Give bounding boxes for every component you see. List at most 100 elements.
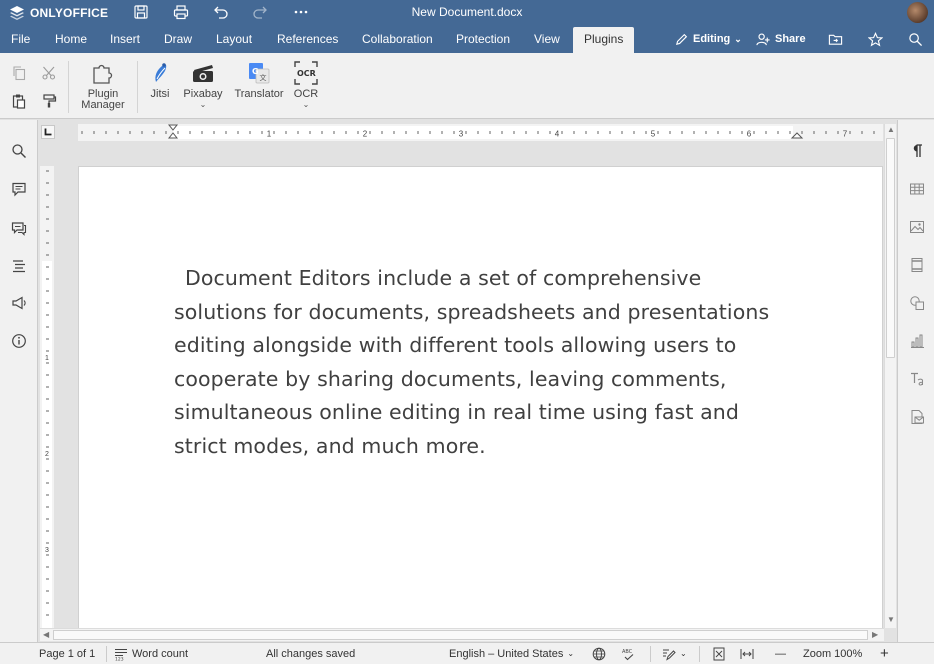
sidebar-chat-button[interactable] — [8, 217, 30, 239]
horizontal-scroll-thumb[interactable] — [53, 630, 868, 640]
ruler-label: 1 — [45, 355, 49, 362]
editing-mode-button[interactable]: Editing ⌄ — [674, 29, 742, 49]
document-paragraph[interactable]: Document Editors include a set of compre… — [174, 262, 794, 463]
tab-protection[interactable]: Protection — [445, 27, 521, 53]
horizontal-ruler[interactable]: 1 2 3 4 5 6 7 — [78, 124, 883, 141]
zoom-in-button[interactable]: + — [880, 645, 889, 662]
zoom-level-text: Zoom 100% — [803, 648, 863, 660]
scroll-down-arrow-icon[interactable]: ▼ — [887, 615, 895, 625]
share-button[interactable]: Share — [756, 29, 806, 49]
copy-style-button[interactable] — [38, 90, 60, 112]
ruler-label: 2 — [363, 130, 368, 139]
tab-view[interactable]: View — [523, 27, 571, 53]
scissors-icon — [42, 66, 56, 80]
vertical-scroll-thumb[interactable] — [886, 138, 895, 358]
search-icon — [909, 32, 923, 46]
chevron-down-icon: ⌄ — [199, 100, 207, 109]
status-bar: Page 1 of 1 123 Word count All changes s… — [0, 642, 934, 664]
track-changes-button[interactable]: ⌄ — [662, 647, 687, 661]
zoom-in-icon: + — [880, 645, 889, 662]
table-settings-button[interactable] — [906, 178, 928, 200]
ruler-label: 1 — [267, 130, 272, 139]
plugin-pixabay-button[interactable]: Pixabay ⌄ — [181, 59, 225, 115]
paragraph-settings-button[interactable] — [906, 140, 928, 162]
tab-plugins[interactable]: Plugins — [573, 27, 635, 53]
tab-layout[interactable]: Layout — [205, 27, 263, 53]
tab-insert[interactable]: Insert — [99, 27, 151, 53]
scroll-right-arrow-icon[interactable]: ▶ — [872, 630, 878, 640]
image-settings-button[interactable] — [906, 216, 928, 238]
favorite-button[interactable] — [868, 29, 883, 49]
fit-width-button[interactable] — [740, 647, 754, 661]
plugin-ocr-label: OCR — [293, 88, 319, 100]
open-location-button[interactable] — [828, 29, 843, 49]
ruler-label: 3 — [45, 547, 49, 554]
plugin-ocr-button[interactable]: OCR OCR ⌄ — [290, 59, 322, 115]
plugin-translator-button[interactable]: G文 Translator — [232, 59, 286, 115]
search-button[interactable] — [908, 29, 923, 49]
text-art-settings-button[interactable] — [906, 368, 928, 390]
paste-button[interactable] — [8, 90, 30, 112]
sidebar-search-button[interactable] — [8, 140, 30, 162]
globe-icon — [592, 647, 606, 661]
document-page[interactable]: Document Editors include a set of compre… — [78, 166, 883, 628]
scroll-left-arrow-icon[interactable]: ◀ — [43, 630, 49, 640]
shape-settings-button[interactable] — [906, 292, 928, 314]
redo-icon[interactable] — [250, 3, 270, 21]
header-footer-settings-button[interactable] — [906, 254, 928, 276]
print-icon[interactable] — [171, 3, 191, 21]
vertical-scrollbar[interactable]: ▲ ▼ — [884, 124, 896, 628]
zoom-out-icon: — — [775, 648, 786, 660]
tab-collaboration[interactable]: Collaboration — [351, 27, 444, 53]
page-number-indicator[interactable]: Page 1 of 1 — [39, 647, 95, 661]
camera-icon — [193, 65, 213, 82]
text-art-icon — [911, 372, 924, 386]
scroll-up-arrow-icon[interactable]: ▲ — [887, 125, 895, 135]
spellcheck-icon: ABC — [622, 649, 634, 661]
sidebar-feedback-button[interactable] — [8, 292, 30, 314]
chevron-down-icon: ⌄ — [680, 649, 687, 658]
tab-home[interactable]: Home — [44, 27, 98, 53]
doc-language-button[interactable] — [592, 647, 606, 661]
spellcheck-button[interactable]: ABC — [622, 647, 636, 661]
search-icon — [12, 144, 26, 158]
tab-stop-selector[interactable] — [41, 125, 55, 139]
megaphone-icon — [12, 296, 26, 310]
more-icon[interactable] — [291, 3, 311, 21]
sidebar-navigation-button[interactable] — [8, 255, 30, 277]
ocr-icon: OCR — [294, 61, 318, 85]
right-indent-marker[interactable] — [790, 132, 804, 139]
puzzle-icon — [93, 64, 113, 84]
app-logo: ONLYOFFICE — [9, 4, 108, 21]
zoom-level[interactable]: Zoom 100% — [803, 647, 862, 661]
language-selector[interactable]: English – United States ⌄ — [449, 647, 574, 661]
vertical-ruler[interactable]: 1 2 3 — [40, 166, 54, 628]
ruler-label: 4 — [555, 130, 560, 139]
fit-page-button[interactable] — [712, 647, 726, 661]
tab-references[interactable]: References — [266, 27, 349, 53]
chevron-down-icon: ⌄ — [734, 33, 742, 44]
undo-icon[interactable] — [211, 3, 231, 21]
ruler-label: 5 — [651, 130, 656, 139]
sidebar-about-button[interactable] — [8, 330, 30, 352]
plugin-jitsi-button[interactable]: Jitsi — [145, 59, 175, 115]
tab-file[interactable]: File — [0, 27, 41, 53]
sidebar-comments-button[interactable] — [8, 178, 30, 200]
chart-settings-button[interactable] — [906, 330, 928, 352]
right-sidebar — [897, 120, 934, 642]
horizontal-scrollbar[interactable]: ◀ ▶ — [40, 628, 884, 641]
cut-button[interactable] — [38, 62, 60, 84]
save-icon[interactable] — [131, 3, 151, 21]
headings-icon — [13, 260, 25, 273]
copy-button[interactable] — [8, 62, 30, 84]
pilcrow-icon — [913, 144, 922, 157]
comment-icon — [12, 182, 26, 197]
mail-merge-settings-button[interactable] — [906, 406, 928, 428]
copy-icon — [13, 66, 26, 81]
avatar[interactable] — [907, 2, 928, 23]
folder-icon — [828, 34, 843, 45]
plugin-manager-button[interactable]: Plugin Manager — [78, 59, 128, 115]
word-count-button[interactable]: 123 Word count — [114, 647, 188, 661]
tab-draw[interactable]: Draw — [153, 27, 203, 53]
zoom-out-button[interactable]: — — [775, 647, 786, 661]
